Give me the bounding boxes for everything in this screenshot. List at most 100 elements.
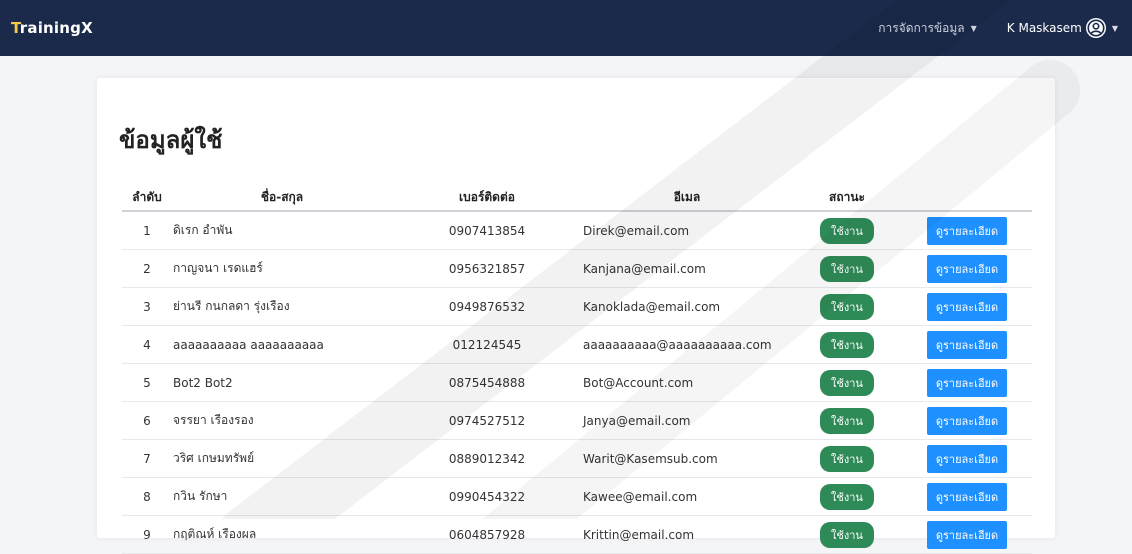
table-header: ลำดับ ชื่อ-สกุล เบอร์ติดต่อ อีเมล สถานะ [122, 184, 1032, 212]
row-status-cell: ใช้งาน [792, 211, 902, 250]
row-phone: 0604857928 [392, 515, 582, 554]
top-navbar: TrainingX การจัดการข้อมูล ▼ K Maskasem ▼ [0, 0, 1132, 56]
row-number: 7 [122, 439, 172, 478]
row-action-cell: ดูรายละเอียด [902, 287, 1032, 326]
table-row: 4 aaaaaaaaaa aaaaaaaaaa 012124545 aaaaaa… [122, 325, 1032, 364]
user-table: ลำดับ ชื่อ-สกุล เบอร์ติดต่อ อีเมล สถานะ … [122, 184, 1032, 554]
table-row: 3 ย่านรี กนกลดา รุ่งเรือง 0949876532 Kan… [122, 287, 1032, 326]
row-phone: 0974527512 [392, 401, 582, 440]
row-number: 1 [122, 211, 172, 250]
header-phone: เบอร์ติดต่อ [392, 184, 582, 212]
row-number: 9 [122, 515, 172, 554]
row-email: Direk@email.com [582, 211, 792, 250]
row-status-cell: ใช้งาน [792, 439, 902, 478]
row-action-cell: ดูรายละเอียด [902, 325, 1032, 364]
row-name: วริศ เกษมทรัพย์ [172, 439, 392, 478]
status-badge: ใช้งาน [820, 521, 874, 548]
row-email: Krittin@email.com [582, 515, 792, 554]
view-details-button[interactable]: ดูรายละเอียด [926, 406, 1008, 435]
view-details-button[interactable]: ดูรายละเอียด [926, 330, 1008, 359]
status-badge: ใช้งาน [820, 255, 874, 282]
row-email: Kanjana@email.com [582, 249, 792, 288]
user-circle-icon [1085, 18, 1106, 38]
row-number: 4 [122, 325, 172, 364]
row-email: Kanoklada@email.com [582, 287, 792, 326]
row-email: Warit@Kasemsub.com [582, 439, 792, 478]
header-name: ชื่อ-สกุล [172, 184, 392, 212]
caret-down-icon: ▼ [1111, 23, 1118, 33]
header-action [902, 184, 1032, 212]
row-name: กฤติณห์ เรืองผล [172, 515, 392, 554]
view-details-button[interactable]: ดูรายละเอียด [926, 254, 1008, 283]
table-row: 9 กฤติณห์ เรืองผล 0604857928 Krittin@ema… [122, 515, 1032, 554]
status-badge: ใช้งาน [820, 331, 874, 358]
row-phone: 0875454888 [392, 363, 582, 402]
row-email: Kawee@email.com [582, 477, 792, 516]
row-number: 5 [122, 363, 172, 402]
header-order: ลำดับ [122, 184, 172, 212]
row-status-cell: ใช้งาน [792, 363, 902, 402]
view-details-button[interactable]: ดูรายละเอียด [926, 520, 1008, 549]
row-number: 2 [122, 249, 172, 288]
table-row: 1 ดิเรก อำพัน 0907413854 Direk@email.com… [122, 211, 1032, 250]
view-details-button[interactable]: ดูรายละเอียด [926, 444, 1008, 473]
row-status-cell: ใช้งาน [792, 325, 902, 364]
table-body: 1 ดิเรก อำพัน 0907413854 Direk@email.com… [122, 211, 1032, 554]
status-badge: ใช้งาน [820, 293, 874, 320]
table-row: 8 กวิน รักษา 0990454322 Kawee@email.com … [122, 477, 1032, 516]
row-action-cell: ดูรายละเอียด [902, 249, 1032, 288]
view-details-button[interactable]: ดูรายละเอียด [926, 216, 1008, 245]
row-status-cell: ใช้งาน [792, 287, 902, 326]
row-status-cell: ใช้งาน [792, 249, 902, 288]
row-action-cell: ดูรายละเอียด [902, 211, 1032, 250]
row-email: Janya@email.com [582, 401, 792, 440]
data-management-label: การจัดการข้อมูล [878, 20, 965, 35]
row-email: aaaaaaaaaa@aaaaaaaaaa.com [582, 325, 792, 364]
header-email: อีเมล [582, 184, 792, 212]
table-row: 2 กาญจนา เรดแฮร์ 0956321857 Kanjana@emai… [122, 249, 1032, 288]
view-details-button[interactable]: ดูรายละเอียด [926, 368, 1008, 397]
row-number: 3 [122, 287, 172, 326]
row-status-cell: ใช้งาน [792, 515, 902, 554]
row-action-cell: ดูรายละเอียด [902, 477, 1032, 516]
row-status-cell: ใช้งาน [792, 401, 902, 440]
row-phone: 0949876532 [392, 287, 582, 326]
row-phone: 0907413854 [392, 211, 582, 250]
row-action-cell: ดูรายละเอียด [902, 401, 1032, 440]
user-name: K Maskasem [1006, 21, 1082, 35]
row-phone: 0990454322 [392, 477, 582, 516]
row-phone: 0956321857 [392, 249, 582, 288]
row-action-cell: ดูรายละเอียด [902, 363, 1032, 402]
data-management-menu[interactable]: การจัดการข้อมูล ▼ [878, 19, 977, 38]
table-row: 5 Bot2 Bot2 0875454888 Bot@Account.com ใ… [122, 363, 1032, 402]
brand-initial: T [11, 19, 20, 37]
row-email: Bot@Account.com [582, 363, 792, 402]
header-status: สถานะ [792, 184, 902, 212]
table-row: 7 วริศ เกษมทรัพย์ 0889012342 Warit@Kasem… [122, 439, 1032, 478]
row-name: ดิเรก อำพัน [172, 211, 392, 250]
status-badge: ใช้งาน [820, 369, 874, 396]
row-name: กวิน รักษา [172, 477, 392, 516]
view-details-button[interactable]: ดูรายละเอียด [926, 482, 1008, 511]
row-number: 8 [122, 477, 172, 516]
row-name: ย่านรี กนกลดา รุ่งเรือง [172, 287, 392, 326]
caret-down-icon: ▼ [970, 23, 977, 33]
user-menu[interactable]: K Maskasem ▼ [1007, 18, 1118, 38]
brand-name: rainingX [19, 19, 93, 37]
brand-logo[interactable]: TrainingX [11, 19, 93, 37]
row-phone: 0889012342 [392, 439, 582, 478]
row-name: Bot2 Bot2 [172, 363, 392, 402]
row-action-cell: ดูรายละเอียด [902, 439, 1032, 478]
row-name: aaaaaaaaaa aaaaaaaaaa [172, 325, 392, 364]
row-action-cell: ดูรายละเอียด [902, 515, 1032, 554]
view-details-button[interactable]: ดูรายละเอียด [926, 292, 1008, 321]
table-row: 6 จรรยา เรืองรอง 0974527512 Janya@email.… [122, 401, 1032, 440]
status-badge: ใช้งาน [820, 407, 874, 434]
row-name: จรรยา เรืองรอง [172, 401, 392, 440]
row-phone: 012124545 [392, 325, 582, 364]
status-badge: ใช้งาน [820, 445, 874, 472]
status-badge: ใช้งาน [820, 483, 874, 510]
row-status-cell: ใช้งาน [792, 477, 902, 516]
user-list-card: ข้อมูลผู้ใช้ ลำดับ ชื่อ-สกุล เบอร์ติดต่อ… [97, 78, 1055, 554]
row-name: กาญจนา เรดแฮร์ [172, 249, 392, 288]
